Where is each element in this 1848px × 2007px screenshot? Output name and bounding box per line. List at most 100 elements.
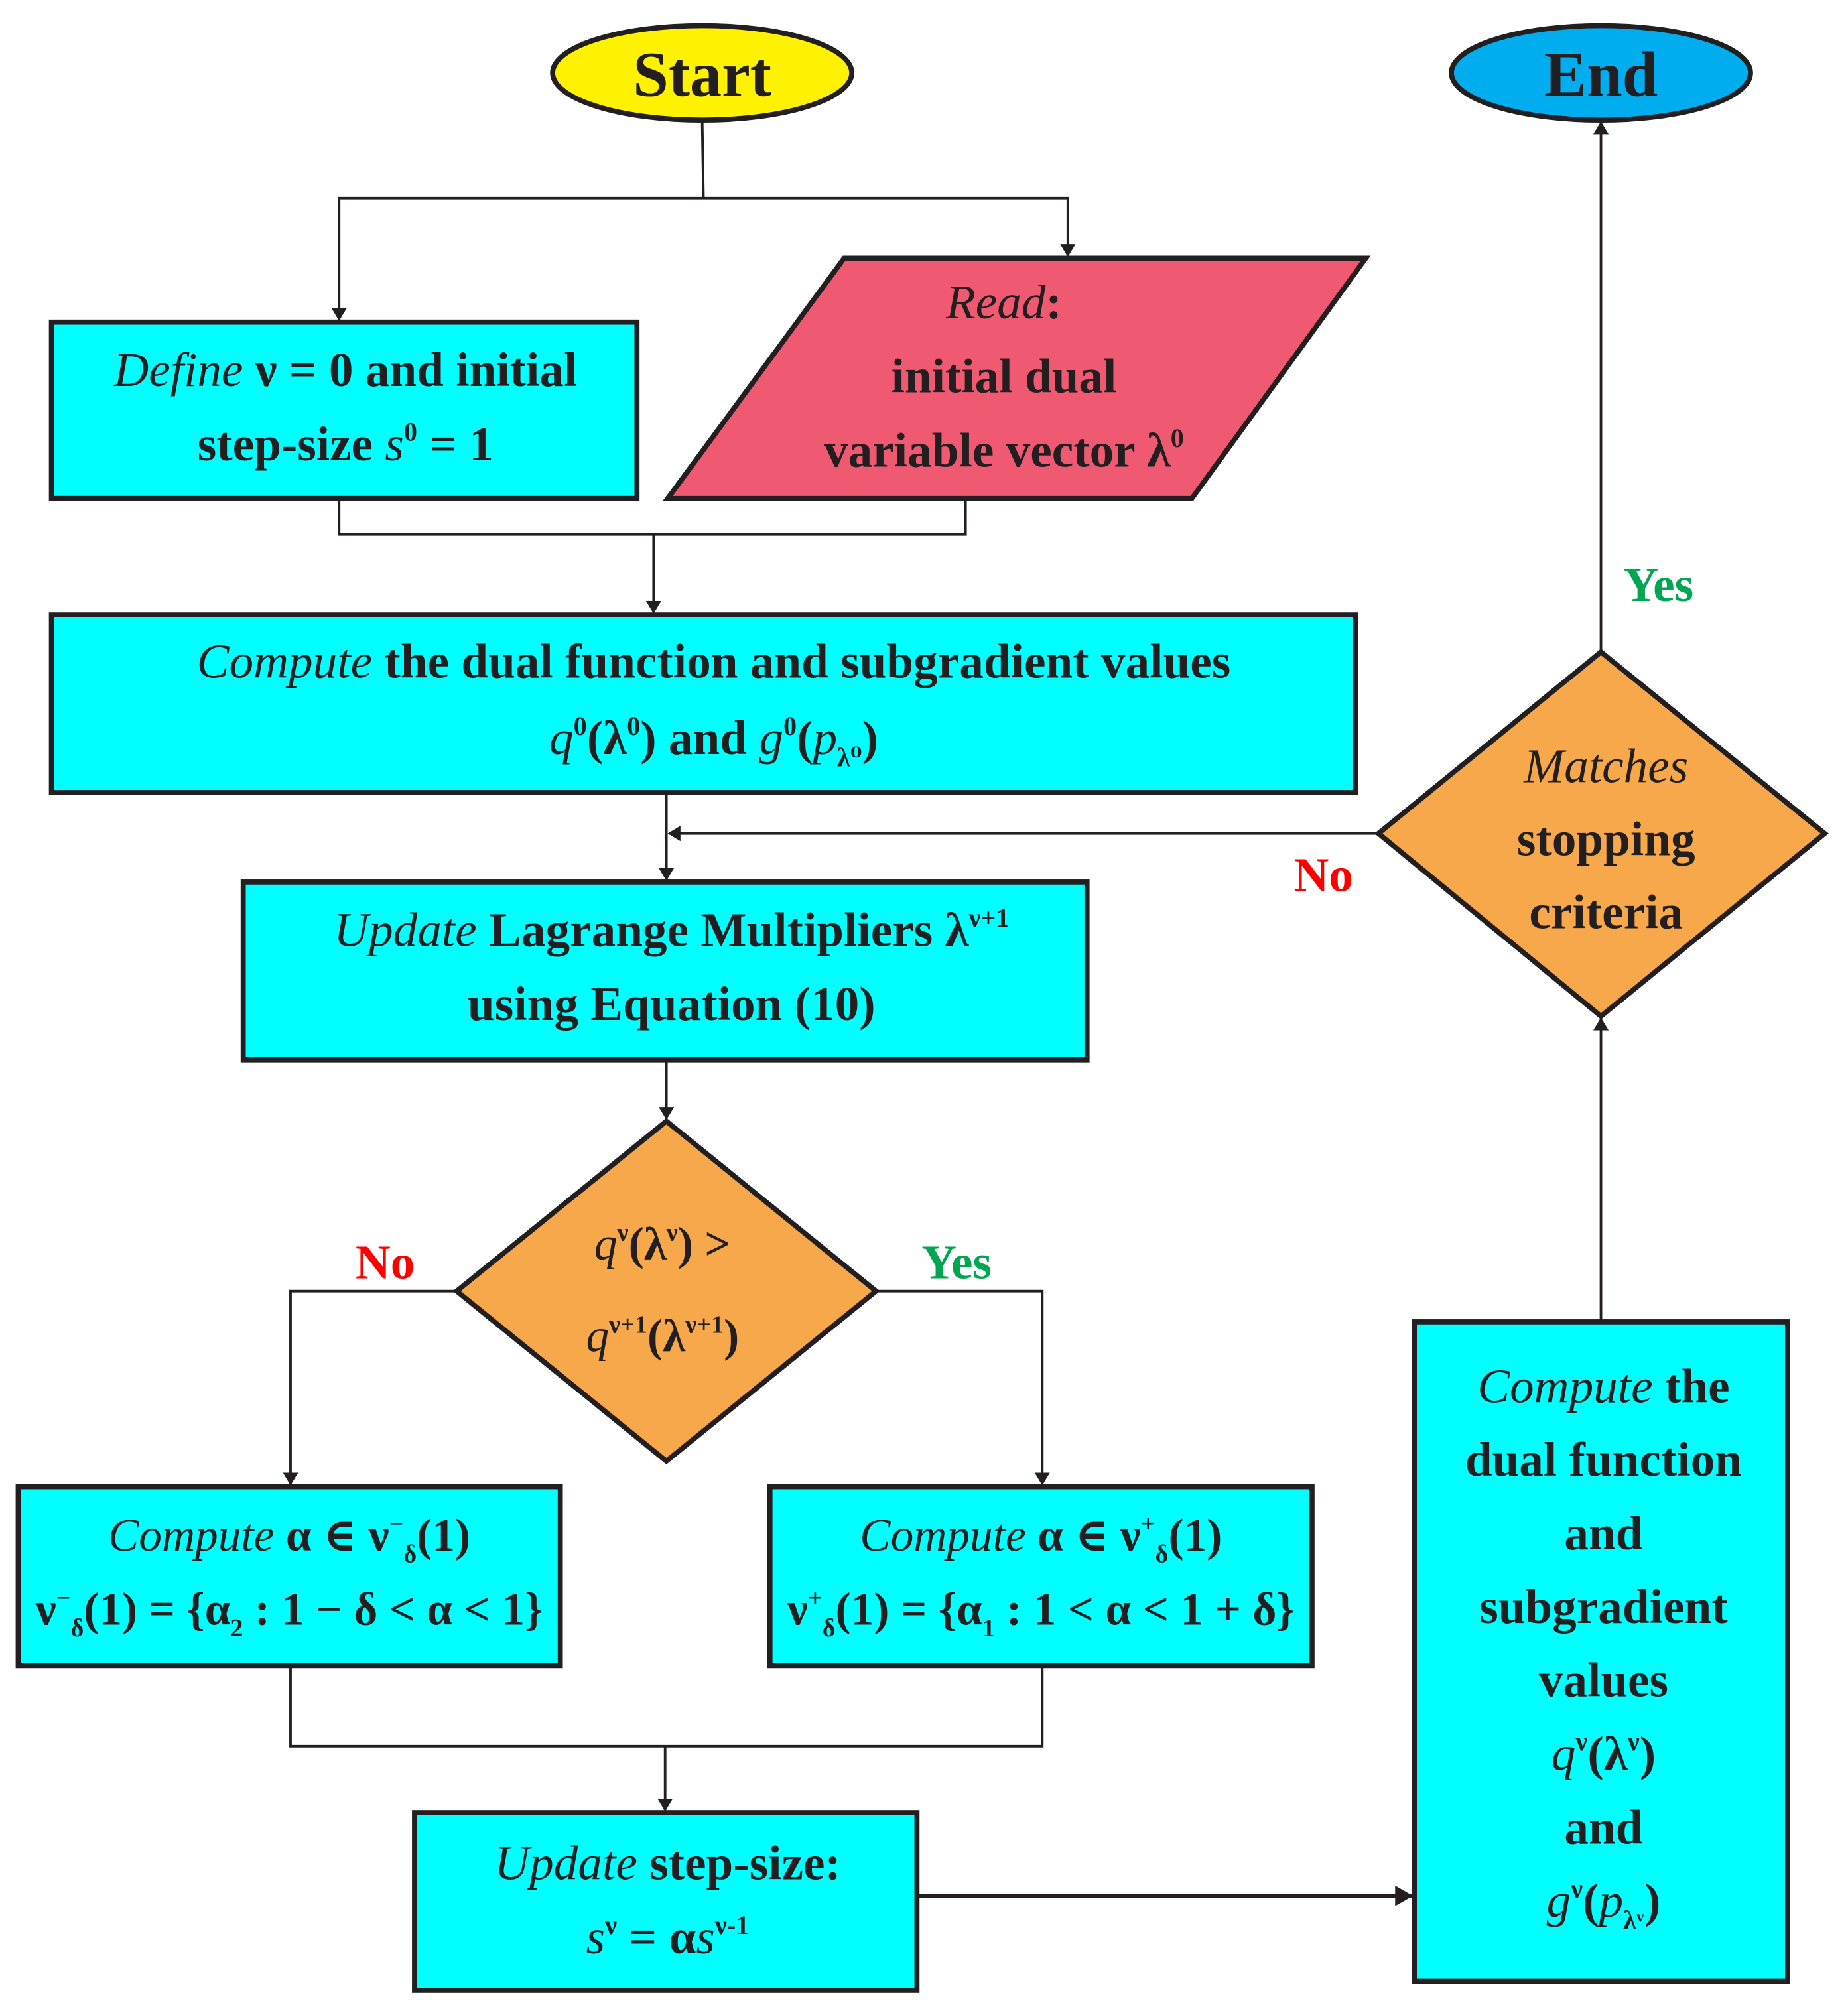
text-segment: Update: [494, 1836, 637, 1890]
stopping-yes-label: Yes: [1623, 558, 1693, 612]
text-segment: (: [1583, 1874, 1599, 1927]
update-lagrange-text-line: using Equation (10): [468, 977, 876, 1031]
superscript: 0: [574, 711, 587, 741]
update-step-text-line: Update step-size:: [494, 1836, 841, 1890]
text-segment: step-size: [198, 417, 385, 471]
connector-merge-init: [338, 498, 967, 536]
stopping-text-line: stopping: [1517, 812, 1695, 866]
text-segment: Compute: [1477, 1359, 1652, 1413]
subscript: δ: [823, 1614, 836, 1642]
text-segment: Matches: [1523, 740, 1688, 793]
compute-v-text-line: values: [1539, 1653, 1668, 1707]
compute-v-text-line: subgradient: [1479, 1580, 1728, 1634]
stopping-no-label: No: [1294, 848, 1354, 901]
text-segment: q: [586, 1311, 609, 1362]
compare-no-label: No: [356, 1235, 415, 1289]
subscript: δ: [403, 1540, 417, 1568]
superscript: ν: [1570, 1874, 1583, 1904]
connector-to-define: [331, 196, 704, 321]
text-segment: Compute: [108, 1510, 275, 1561]
text-segment: Read: [945, 275, 1046, 329]
superscript: ν: [604, 1910, 617, 1940]
compute-plus-text-line: ν+δ(1) = {α1 : 1 < α < 1 + δ}: [787, 1585, 1295, 1642]
text-segment: :: [1046, 275, 1062, 329]
text-segment: Lagrange Multipliers λ: [477, 903, 970, 956]
text-segment: Compute: [197, 635, 372, 688]
text-segment: Compute: [860, 1510, 1026, 1561]
superscript: ν+1: [685, 1311, 724, 1338]
compute-v-text-line: and: [1564, 1800, 1642, 1854]
text-segment: initial dual: [891, 350, 1117, 403]
compute-v-text-line: qν(λν): [1551, 1726, 1656, 1780]
text-segment: ): [724, 1311, 739, 1362]
superscript: ν+1: [608, 1311, 647, 1338]
text-segment: : 1 − δ < α < 1}: [243, 1585, 543, 1636]
text-segment: (1) = {α: [836, 1585, 982, 1636]
text-segment: Start: [633, 39, 771, 110]
connector-to-read: [703, 196, 1076, 257]
define-text-line: step-size s0 = 1: [198, 417, 494, 471]
compute-v-text-line: Compute the: [1477, 1359, 1729, 1413]
text-segment: (λ: [1587, 1726, 1628, 1780]
compute-minus-text-line: ν−δ(1) = {α2 : 1 − δ < α < 1}: [35, 1585, 543, 1642]
text-segment: g: [759, 711, 783, 765]
text-segment: (1): [1168, 1510, 1222, 1561]
text-segment: (1) = {α: [84, 1585, 230, 1636]
text-segment: Update: [334, 903, 477, 956]
text-segment: subgradient: [1479, 1580, 1728, 1634]
text-segment: s: [385, 417, 404, 471]
superscript: ν: [666, 1219, 678, 1247]
compute0-text-line: Compute the dual function and subgradien…: [197, 635, 1231, 688]
text-segment: values: [1539, 1653, 1668, 1707]
read-text-line: initial dual: [891, 350, 1117, 403]
text-segment: ): [1640, 1726, 1656, 1780]
superscript: 0: [627, 711, 640, 741]
text-segment: ) and: [640, 711, 759, 765]
compute0-text-line: q0(λ0) and g0(pλ⁰): [549, 711, 878, 773]
superscript: ν: [617, 1219, 629, 1247]
text-segment: End: [1544, 39, 1658, 110]
text-segment: = 1: [417, 417, 494, 471]
connector-start-split: [700, 120, 705, 198]
superscript: −: [56, 1585, 71, 1612]
text-segment: (λ: [647, 1311, 686, 1362]
text-segment: p: [1595, 1874, 1623, 1927]
superscript: 0: [1171, 423, 1184, 453]
superscript: 0: [783, 711, 797, 741]
text-segment: ν: [35, 1585, 56, 1636]
text-segment: variable vector λ: [824, 423, 1171, 477]
subscript: λᵛ: [1623, 1905, 1645, 1935]
text-segment: the: [1653, 1359, 1730, 1413]
read-text-line: variable vector λ0: [824, 423, 1184, 477]
connector-compare-yes: [876, 1289, 1050, 1486]
text-segment: ) >: [678, 1218, 731, 1269]
compare-text-line: qν(λν) >: [594, 1218, 731, 1269]
subscript: λ⁰: [837, 742, 862, 772]
superscript: 0: [404, 417, 417, 447]
text-segment: ): [1644, 1874, 1660, 1927]
start-text-line: Start: [633, 39, 771, 110]
text-segment: p: [809, 711, 837, 765]
stopping-text-line: Matches: [1523, 740, 1688, 793]
flowchart: Start End Define ν = 0 and initial step-siz…: [15, 23, 1829, 1993]
text-segment: stopping: [1517, 812, 1695, 866]
text-segment: : 1 < α < 1 + δ}: [995, 1585, 1295, 1636]
superscript: +: [808, 1585, 823, 1612]
text-segment: ): [862, 711, 878, 765]
subscript: δ: [1155, 1540, 1169, 1568]
text-segment: step-size:: [637, 1836, 841, 1890]
text-segment: s: [586, 1910, 606, 1964]
end-text-line: End: [1544, 39, 1658, 110]
text-segment: and: [1564, 1506, 1642, 1560]
subscript: 2: [230, 1614, 243, 1642]
superscript: ν: [1627, 1726, 1640, 1756]
text-segment: α ∈ ν: [275, 1510, 389, 1561]
text-segment: (: [797, 711, 813, 765]
text-segment: (λ: [587, 711, 627, 765]
connector-compare-no: [283, 1289, 457, 1486]
text-segment: = α: [617, 1910, 696, 1964]
text-segment: using Equation (10): [468, 977, 876, 1031]
read-text-line: Read:: [945, 275, 1062, 329]
stopping-text-line: criteria: [1529, 885, 1683, 939]
text-segment: q: [549, 711, 574, 765]
